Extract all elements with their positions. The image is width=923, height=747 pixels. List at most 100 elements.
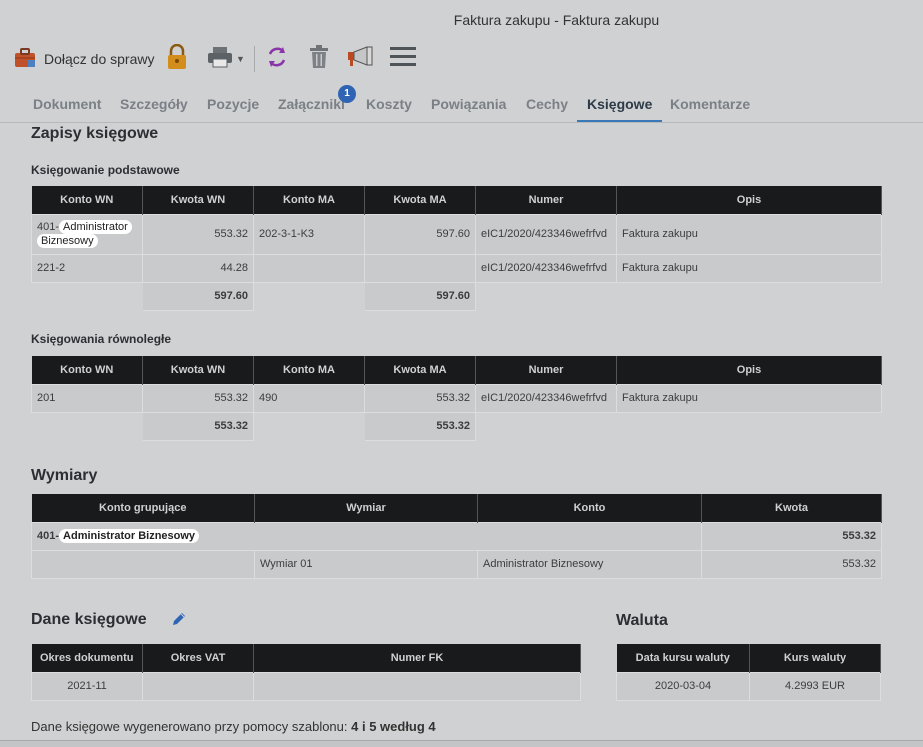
tab-bar: Dokument Szczegóły Pozycje Załączniki 1 … <box>0 85 923 123</box>
cell-kurs-waluty: 4.2993 EUR <box>749 671 881 701</box>
cell-konto-wn: 401- Administrator Biznesowy <box>31 213 143 255</box>
col-header-okres-vat: Okres VAT <box>142 644 254 672</box>
subsection-title-rownolegle: Księgowania równoległe <box>31 332 172 346</box>
trash-icon <box>308 44 330 74</box>
cell-opis: Faktura zakupu <box>616 383 882 413</box>
col-header-kwota: Kwota <box>701 494 882 522</box>
col-header-konto-wn: Konto WN <box>31 356 143 384</box>
tab-powiazania[interactable]: Powiązania <box>421 88 516 122</box>
toolbar-divider <box>254 46 255 72</box>
table-row: 2020-03-04 4.2993 EUR <box>616 671 881 701</box>
refresh-button[interactable] <box>266 44 288 74</box>
col-header-kurs-waluty: Kurs waluty <box>749 644 881 672</box>
col-header-konto-wn: Konto WN <box>31 186 143 214</box>
footnote-template: 4 i 5 według 4 <box>351 719 436 734</box>
tab-szczegoly[interactable]: Szczegóły <box>110 88 198 122</box>
lock-icon <box>166 43 188 75</box>
col-header-kwota-wn: Kwota WN <box>142 186 254 214</box>
sum-kwota-wn: 553.32 <box>142 411 254 441</box>
footnote-text: Dane księgowe wygenerowano przy pomocy s… <box>31 719 352 734</box>
col-header-okres-dokumentu: Okres dokumentu <box>31 644 143 672</box>
cell-konto-wn: 221-2 <box>31 253 143 283</box>
cell-numer-fk <box>253 671 581 701</box>
cell-data-kursu: 2020-03-04 <box>616 671 750 701</box>
lock-button[interactable] <box>166 43 188 75</box>
invoice-window: Faktura zakupu - Faktura zakupu Dołącz d… <box>0 0 923 741</box>
col-header-numer: Numer <box>475 186 617 214</box>
col-header-numer-fk: Numer FK <box>253 644 581 672</box>
col-header-kwota-ma: Kwota MA <box>364 186 476 214</box>
account-prefix: 401- <box>37 221 60 233</box>
section-title-dane: Dane księgowe <box>31 611 147 628</box>
col-header-konto-grupujace: Konto grupujące <box>31 494 255 522</box>
menu-button[interactable] <box>390 44 416 74</box>
col-header-kwota-wn: Kwota WN <box>142 356 254 384</box>
tab-komentarze[interactable]: Komentarze <box>660 88 760 122</box>
cell-numer: eIC1/2020/423346wefrfvd <box>475 253 617 283</box>
col-header-konto: Konto <box>477 494 702 522</box>
table-row: 401- Administrator Biznesowy 553.32 202-3-… <box>31 213 882 255</box>
template-footnote: Dane księgowe wygenerowano przy pomocy s… <box>31 719 436 734</box>
table-row: 201 553.32 490 553.32 eIC1/2020/423346we… <box>31 383 882 413</box>
table-row: 221-2 44.28 eIC1/2020/423346wefrfvd Fakt… <box>31 253 882 283</box>
subsection-title-podstawowe: Księgowanie podstawowe <box>31 163 180 177</box>
cell-numer: eIC1/2020/423346wefrfvd <box>475 383 617 413</box>
col-header-data-kursu: Data kursu waluty <box>616 644 750 672</box>
join-case-button[interactable]: Dołącz do sprawy <box>14 44 155 74</box>
cell-kwota-wn: 553.32 <box>142 383 254 413</box>
cell-kwota-wn: 44.28 <box>142 253 254 283</box>
cell-kwota-wn: 553.32 <box>142 213 254 255</box>
tab-zalaczniki[interactable]: Załączniki 1 <box>268 85 356 122</box>
col-header-kwota-ma: Kwota MA <box>364 356 476 384</box>
table-dane-ksiegowe: Okres dokumentu Okres VAT Numer FK 2021-… <box>31 644 581 701</box>
section-title-waluta: Waluta <box>616 612 668 629</box>
cell-konto: Administrator Biznesowy <box>477 549 702 579</box>
tab-zalaczniki-label: Załączniki <box>278 96 345 112</box>
tab-ksiegowe[interactable]: Księgowe <box>577 88 663 122</box>
col-header-konto-ma: Konto MA <box>253 356 365 384</box>
briefcase-icon <box>14 47 36 71</box>
window-title: Faktura zakupu - Faktura zakupu <box>453 12 660 28</box>
refresh-icon <box>266 46 288 73</box>
tab-koszty[interactable]: Koszty <box>356 88 422 122</box>
megaphone-icon <box>347 45 375 73</box>
delete-button[interactable] <box>308 44 330 74</box>
tab-dokument[interactable]: Dokument <box>23 88 111 122</box>
section-title-wymiary: Wymiary <box>31 467 98 484</box>
totals-row: 597.60 597.60 <box>31 281 882 311</box>
join-case-label: Dołącz do sprawy <box>44 51 155 67</box>
cell-opis: Faktura zakupu <box>616 213 882 255</box>
cell-konto-ma: 202-3-1-K3 <box>253 213 365 255</box>
col-header-wymiar: Wymiar <box>254 494 478 522</box>
table-wymiary: Konto grupujące Wymiar Konto Kwota 401- A… <box>31 494 882 579</box>
cell-konto-grupujace: 401- Administrator Biznesowy <box>31 521 702 551</box>
cell-konto-wn: 201 <box>31 383 143 413</box>
account-name-highlight: Administrator <box>59 220 132 234</box>
chevron-down-icon: ▼ <box>236 54 245 64</box>
table-row: 2021-11 <box>31 671 581 701</box>
table-ksiegowania-rownolegle: Konto WN Kwota WN Konto MA Kwota MA Nume… <box>31 356 882 441</box>
sum-kwota-ma: 597.60 <box>364 281 476 311</box>
col-header-opis: Opis <box>616 356 882 384</box>
cell-kwota-ma: 553.32 <box>364 383 476 413</box>
tab-cechy[interactable]: Cechy <box>516 88 578 122</box>
table-row: Wymiar 01 Administrator Biznesowy 553.32 <box>31 549 882 579</box>
cell-group-kwota: 553.32 <box>701 521 882 551</box>
toolbar: Dołącz do sprawy ▼ <box>0 40 923 84</box>
account-name-highlight: Administrator Biznesowy <box>59 529 200 543</box>
edit-dane-button[interactable] <box>171 611 187 632</box>
group-row: 401- Administrator Biznesowy 553.32 <box>31 521 882 551</box>
account-prefix: 401- <box>37 530 60 542</box>
cell-numer: eIC1/2020/423346wefrfvd <box>475 213 617 255</box>
cell-wymiar: Wymiar 01 <box>254 549 478 579</box>
cell-opis: Faktura zakupu <box>616 253 882 283</box>
account-name-highlight: Biznesowy <box>37 234 98 248</box>
table-waluta: Data kursu waluty Kurs waluty 2020-03-04… <box>616 644 881 701</box>
tab-pozycje[interactable]: Pozycje <box>197 88 269 122</box>
print-button[interactable]: ▼ <box>207 44 245 74</box>
col-header-opis: Opis <box>616 186 882 214</box>
cell-kwota-ma <box>364 253 476 283</box>
announce-button[interactable] <box>347 44 375 74</box>
cell-kwota-ma: 597.60 <box>364 213 476 255</box>
cell-konto-ma <box>253 253 365 283</box>
